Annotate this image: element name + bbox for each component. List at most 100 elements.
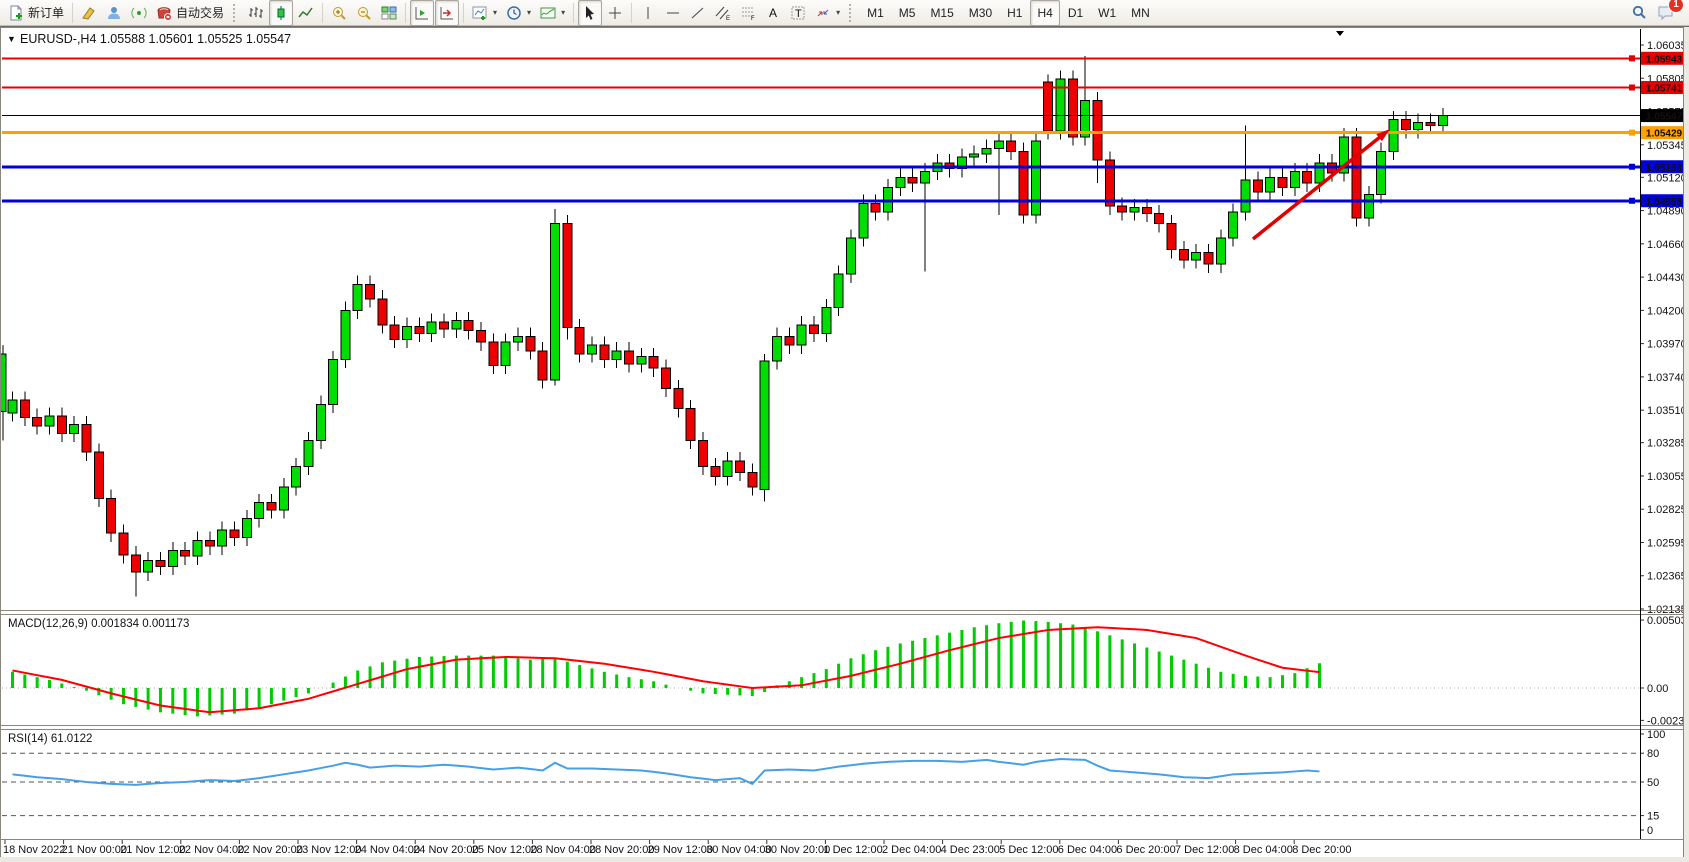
candle-body[interactable] [970, 154, 979, 157]
candle-body[interactable] [341, 310, 350, 359]
new-order-button[interactable]: 新订单 [4, 0, 68, 26]
candle-body[interactable] [119, 533, 128, 555]
cursor-button[interactable] [578, 0, 602, 26]
line-chart-button[interactable] [294, 0, 318, 26]
candle-body[interactable] [45, 416, 54, 426]
chart-window[interactable]: 1.060351.058051.055751.053451.051201.048… [0, 26, 1689, 862]
candle-body[interactable] [440, 322, 449, 329]
candle-body[interactable] [1414, 122, 1423, 129]
horizontal-line-button[interactable] [661, 0, 685, 26]
candle-body[interactable] [1401, 119, 1410, 129]
fibonacci-button[interactable]: F [736, 0, 760, 26]
candle-body[interactable] [526, 336, 535, 350]
candle-body[interactable] [661, 368, 670, 388]
candle-body[interactable] [1155, 213, 1164, 223]
trading-accounts-button[interactable] [102, 0, 126, 26]
candle-body[interactable] [871, 203, 880, 212]
candle-body[interactable] [218, 530, 227, 546]
candle-body[interactable] [600, 345, 609, 359]
candle-body[interactable] [735, 461, 744, 473]
candle-body[interactable] [94, 452, 103, 498]
candle-body[interactable] [809, 325, 818, 334]
candle-body[interactable] [279, 487, 288, 510]
candle-body[interactable] [57, 416, 66, 433]
candle-body[interactable] [1352, 137, 1361, 218]
candle-body[interactable] [698, 441, 707, 467]
zoom-in-button[interactable] [327, 0, 351, 26]
candle-body[interactable] [168, 550, 177, 566]
candle-body[interactable] [267, 503, 276, 510]
candle-body[interactable] [612, 351, 621, 360]
candle-body[interactable] [366, 284, 375, 298]
candle-body[interactable] [1130, 208, 1139, 212]
zoom-out-button[interactable] [352, 0, 376, 26]
candle-body[interactable] [1229, 212, 1238, 238]
candle-body[interactable] [637, 357, 646, 364]
candle-body[interactable] [896, 177, 905, 187]
search-button[interactable] [1627, 0, 1652, 26]
candle-body[interactable] [1364, 195, 1373, 218]
candle-body[interactable] [131, 555, 140, 572]
candle-body[interactable] [464, 320, 473, 330]
candle-body[interactable] [20, 400, 29, 417]
hline-anchor[interactable] [1629, 164, 1635, 170]
add-indicator-button[interactable]: ▾ [468, 0, 501, 26]
drag-handle[interactable] [233, 4, 239, 22]
text-label-button[interactable]: T [786, 0, 810, 26]
crosshair-button[interactable] [603, 0, 627, 26]
hline-anchor[interactable] [1629, 55, 1635, 61]
candle-body[interactable] [1007, 141, 1016, 151]
candle-body[interactable] [1266, 177, 1275, 191]
candle-body[interactable] [415, 326, 424, 333]
candle-body[interactable] [563, 224, 572, 328]
drag-handle[interactable] [849, 4, 855, 22]
candle-body[interactable] [403, 326, 412, 339]
candle-body[interactable] [242, 519, 251, 538]
hline-anchor[interactable] [1629, 130, 1635, 136]
candle-body[interactable] [316, 404, 325, 440]
tab-timeframe-h1[interactable]: H1 [1000, 0, 1029, 26]
tab-timeframe-h4[interactable]: H4 [1030, 0, 1059, 26]
candle-body[interactable] [292, 467, 301, 487]
candle-body[interactable] [514, 336, 523, 342]
candle-body[interactable] [588, 345, 597, 354]
candle-body[interactable] [501, 342, 510, 365]
candle-body[interactable] [834, 274, 843, 307]
candle-body[interactable] [723, 461, 732, 477]
tab-timeframe-m30[interactable]: M30 [962, 0, 999, 26]
candle-body[interactable] [1377, 151, 1386, 194]
candle-body[interactable] [1204, 253, 1213, 265]
candle-body[interactable] [427, 322, 436, 334]
candle-body[interactable] [390, 325, 399, 339]
candle-body[interactable] [1019, 151, 1028, 215]
bar-chart-button[interactable] [244, 0, 268, 26]
tab-timeframe-mn[interactable]: MN [1124, 0, 1157, 26]
candle-body[interactable] [1179, 250, 1188, 260]
notifications-button[interactable]: 1 [1653, 0, 1679, 26]
candle-body[interactable] [748, 472, 757, 486]
hline-anchor[interactable] [1629, 85, 1635, 91]
signals-button[interactable] [127, 0, 151, 26]
candle-body[interactable] [649, 357, 658, 369]
candle-body[interactable] [181, 550, 190, 556]
candle-body[interactable] [1303, 172, 1312, 184]
candle-body[interactable] [70, 425, 79, 434]
candlestick-chart-button[interactable] [269, 0, 293, 26]
candle-body[interactable] [822, 307, 831, 333]
tile-windows-button[interactable] [377, 0, 401, 26]
candle-body[interactable] [711, 467, 720, 477]
candle-body[interactable] [1044, 82, 1053, 131]
tab-timeframe-m5[interactable]: M5 [892, 0, 923, 26]
periods-button[interactable]: ▾ [502, 0, 535, 26]
candle-body[interactable] [193, 540, 202, 556]
candle-body[interactable] [1142, 208, 1151, 214]
candle-body[interactable] [625, 351, 634, 364]
candle-body[interactable] [1192, 253, 1201, 260]
candle-body[interactable] [8, 400, 17, 413]
candle-body[interactable] [329, 360, 338, 405]
candle-body[interactable] [378, 299, 387, 325]
candle-body[interactable] [1253, 180, 1262, 192]
trendline-button[interactable] [686, 0, 710, 26]
auto-scroll-button[interactable] [410, 0, 434, 26]
candle-body[interactable] [353, 284, 362, 310]
